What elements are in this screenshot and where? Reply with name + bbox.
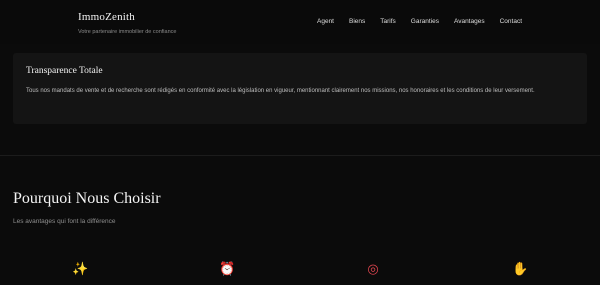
section-title: Pourquoi Nous Choisir — [13, 190, 161, 207]
transparency-card: Transparence Totale Tous nos mandats de … — [13, 53, 587, 124]
nav-link-tarifs[interactable]: Tarifs — [380, 18, 396, 25]
nav-link-biens[interactable]: Biens — [349, 18, 365, 25]
section-subtitle: Les avantages qui font la différence — [13, 218, 116, 225]
alarm-clock-icon: ⏰ — [219, 262, 236, 277]
card-title: Transparence Totale — [26, 66, 103, 76]
nav-link-avantages[interactable]: Avantages — [454, 18, 485, 25]
main-nav: Agent Biens Tarifs Garanties Avantages C… — [302, 18, 522, 25]
nav-link-agent[interactable]: Agent — [317, 18, 334, 25]
handshake-icon: ✋ — [512, 262, 529, 277]
brand-logo[interactable]: ImmoZenith — [78, 11, 135, 23]
brand-tagline: Votre partenaire immobilier de confiance — [78, 29, 177, 35]
site-header: ImmoZenith Votre partenaire immobilier d… — [0, 0, 600, 44]
nav-link-contact[interactable]: Contact — [500, 18, 522, 25]
target-icon: ◎ — [367, 262, 379, 277]
card-text: Tous nos mandats de vente et de recherch… — [26, 88, 535, 94]
sparkles-icon: ✨ — [72, 262, 89, 277]
section-divider — [0, 155, 600, 156]
nav-link-garanties[interactable]: Garanties — [411, 18, 439, 25]
